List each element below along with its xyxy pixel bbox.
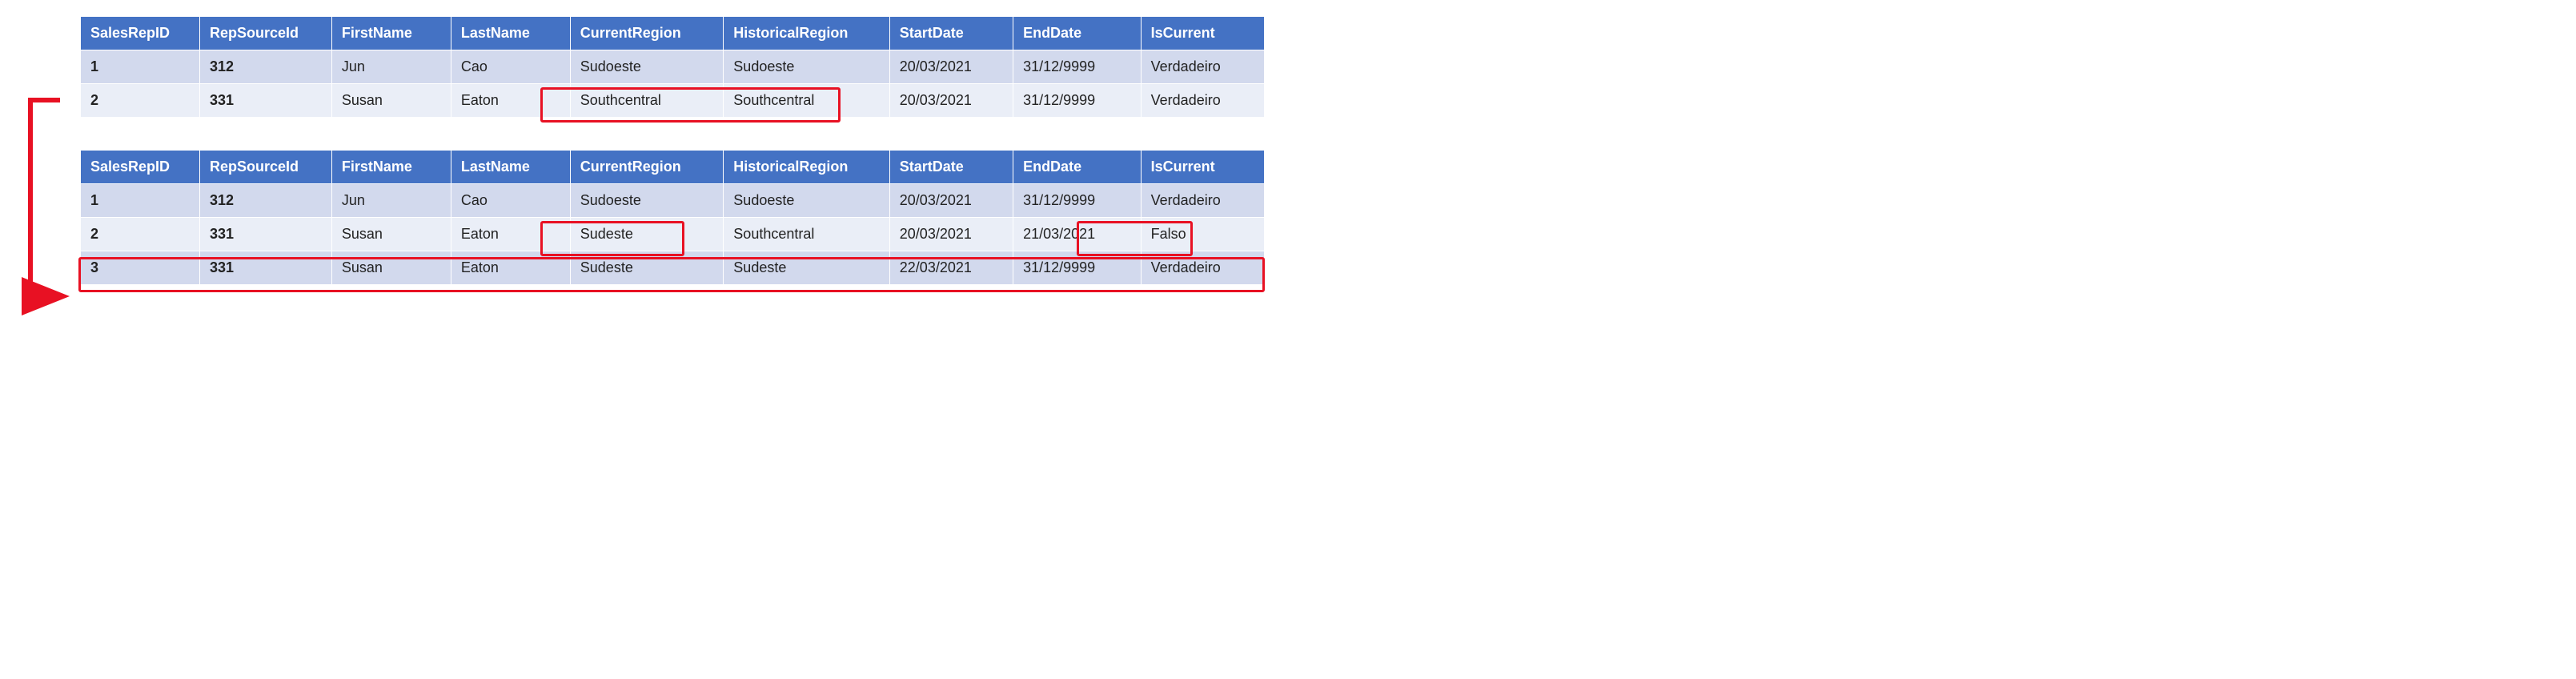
cell: Eaton bbox=[451, 84, 570, 118]
cell: Eaton bbox=[451, 251, 570, 285]
cell: 21/03/2021 bbox=[1013, 218, 1142, 251]
col-header: StartDate bbox=[889, 17, 1013, 50]
cell: Verdadeiro bbox=[1141, 84, 1264, 118]
table-before: SalesRepID RepSourceId FirstName LastNam… bbox=[80, 16, 1265, 118]
cell: 20/03/2021 bbox=[889, 50, 1013, 84]
cell: Susan bbox=[331, 84, 451, 118]
col-header: FirstName bbox=[331, 17, 451, 50]
table-before-wrap: SalesRepID RepSourceId FirstName LastNam… bbox=[80, 16, 2560, 118]
col-header: RepSourceId bbox=[199, 151, 331, 184]
diagram-content: SalesRepID RepSourceId FirstName LastNam… bbox=[80, 16, 2560, 285]
table-header-row: SalesRepID RepSourceId FirstName LastNam… bbox=[81, 151, 1265, 184]
cell: Sudoeste bbox=[570, 184, 724, 218]
col-header: HistoricalRegion bbox=[724, 17, 889, 50]
cell: 31/12/9999 bbox=[1013, 50, 1142, 84]
cell: Sudoeste bbox=[570, 50, 724, 84]
col-header: CurrentRegion bbox=[570, 151, 724, 184]
cell: 1 bbox=[81, 184, 200, 218]
cell: Southcentral bbox=[570, 84, 724, 118]
cell: Cao bbox=[451, 50, 570, 84]
table-row: 3 331 Susan Eaton Sudeste Sudeste 22/03/… bbox=[81, 251, 1265, 285]
table-header-row: SalesRepID RepSourceId FirstName LastNam… bbox=[81, 17, 1265, 50]
cell: 2 bbox=[81, 218, 200, 251]
cell: 20/03/2021 bbox=[889, 218, 1013, 251]
table-row: 1 312 Jun Cao Sudoeste Sudoeste 20/03/20… bbox=[81, 184, 1265, 218]
table-row: 1 312 Jun Cao Sudoeste Sudoeste 20/03/20… bbox=[81, 50, 1265, 84]
cell: 331 bbox=[199, 251, 331, 285]
col-header: IsCurrent bbox=[1141, 17, 1264, 50]
cell: 31/12/9999 bbox=[1013, 251, 1142, 285]
cell: Jun bbox=[331, 184, 451, 218]
cell: Sudeste bbox=[570, 251, 724, 285]
cell: Sudoeste bbox=[724, 184, 889, 218]
cell: 20/03/2021 bbox=[889, 184, 1013, 218]
col-header: HistoricalRegion bbox=[724, 151, 889, 184]
col-header: EndDate bbox=[1013, 17, 1142, 50]
cell: 22/03/2021 bbox=[889, 251, 1013, 285]
cell: Susan bbox=[331, 218, 451, 251]
cell: Verdadeiro bbox=[1141, 251, 1264, 285]
col-header: FirstName bbox=[331, 151, 451, 184]
cell: Sudeste bbox=[724, 251, 889, 285]
cell: 331 bbox=[199, 218, 331, 251]
cell: 3 bbox=[81, 251, 200, 285]
col-header: IsCurrent bbox=[1141, 151, 1264, 184]
cell: Verdadeiro bbox=[1141, 184, 1264, 218]
col-header: RepSourceId bbox=[199, 17, 331, 50]
cell: 312 bbox=[199, 184, 331, 218]
table-after: SalesRepID RepSourceId FirstName LastNam… bbox=[80, 150, 1265, 285]
cell: Eaton bbox=[451, 218, 570, 251]
cell: 2 bbox=[81, 84, 200, 118]
cell: 312 bbox=[199, 50, 331, 84]
cell: Sudeste bbox=[570, 218, 724, 251]
cell: Falso bbox=[1141, 218, 1264, 251]
col-header: LastName bbox=[451, 17, 570, 50]
cell: Susan bbox=[331, 251, 451, 285]
cell: Southcentral bbox=[724, 84, 889, 118]
cell: Southcentral bbox=[724, 218, 889, 251]
table-after-wrap: SalesRepID RepSourceId FirstName LastNam… bbox=[80, 150, 2560, 285]
cell: 31/12/9999 bbox=[1013, 84, 1142, 118]
col-header: LastName bbox=[451, 151, 570, 184]
cell: Cao bbox=[451, 184, 570, 218]
cell: Verdadeiro bbox=[1141, 50, 1264, 84]
col-header: SalesRepID bbox=[81, 17, 200, 50]
col-header: CurrentRegion bbox=[570, 17, 724, 50]
col-header: SalesRepID bbox=[81, 151, 200, 184]
cell: 331 bbox=[199, 84, 331, 118]
cell: 20/03/2021 bbox=[889, 84, 1013, 118]
table-row: 2 331 Susan Eaton Sudeste Southcentral 2… bbox=[81, 218, 1265, 251]
change-arrow bbox=[16, 0, 88, 336]
table-row: 2 331 Susan Eaton Southcentral Southcent… bbox=[81, 84, 1265, 118]
cell: Jun bbox=[331, 50, 451, 84]
col-header: EndDate bbox=[1013, 151, 1142, 184]
cell: Sudoeste bbox=[724, 50, 889, 84]
cell: 31/12/9999 bbox=[1013, 184, 1142, 218]
cell: 1 bbox=[81, 50, 200, 84]
col-header: StartDate bbox=[889, 151, 1013, 184]
